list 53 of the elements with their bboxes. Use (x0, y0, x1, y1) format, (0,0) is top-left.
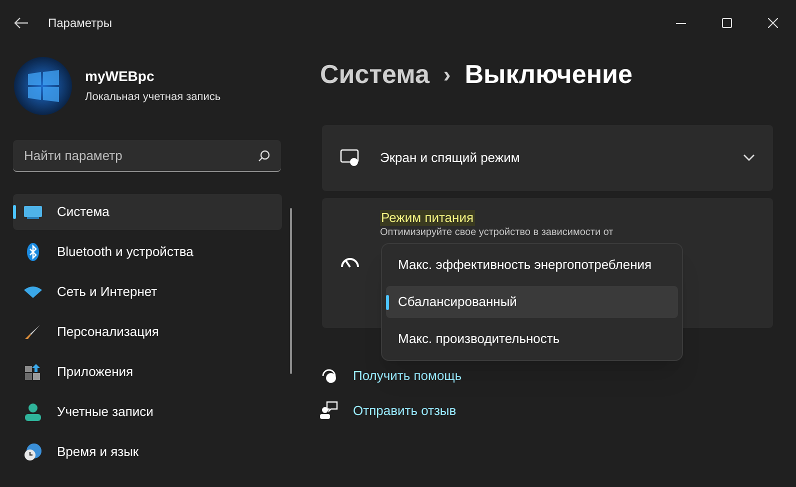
help-icon (320, 366, 338, 385)
feedback-icon (320, 401, 338, 420)
card-title: Режим питания (380, 210, 475, 226)
sidebar-item[interactable]: Bluetooth и устройства (13, 234, 282, 270)
close-icon (768, 18, 778, 28)
search-icon (258, 150, 270, 162)
sidebar-item[interactable]: Сеть и Интернет (13, 274, 282, 310)
link[interactable]: Отправить отзыв (353, 400, 456, 420)
menu-option[interactable]: Сбалансированный (386, 286, 678, 318)
account-type: Локальная учетная запись (85, 90, 221, 106)
account-name: myWEBpc (85, 67, 156, 86)
globe-clock-icon (24, 443, 42, 461)
back-arrow-icon[interactable] (14, 17, 28, 29)
sidebar-item-label: Система (57, 203, 110, 222)
apps-icon (25, 364, 41, 380)
menu-option-label: Макс. эффективность энергопотребления (398, 256, 652, 274)
bluetooth-icon (26, 243, 40, 261)
person-icon (25, 403, 41, 421)
minimize-icon (676, 22, 686, 24)
scrollbar[interactable] (290, 208, 292, 374)
card-title: Экран и спящий режим (380, 149, 520, 168)
menu-option-label: Макс. производительность (398, 330, 560, 348)
menu-option[interactable]: Макс. производительность (386, 323, 678, 355)
sidebar-item[interactable]: Приложения (13, 354, 282, 390)
breadcrumb-separator: › (443, 60, 451, 88)
search-field[interactable]: Найти параметр (13, 140, 281, 172)
sidebar-item[interactable]: Система (13, 194, 282, 230)
sidebar-item[interactable]: Персонализация (13, 314, 282, 350)
brush-icon (25, 324, 41, 340)
sidebar-item-label: Сеть и Интернет (57, 283, 158, 302)
window-title: Параметры (48, 15, 112, 32)
sidebar-item-label: Bluetooth и устройства (57, 243, 194, 262)
avatar-icon (14, 57, 72, 115)
sidebar-item[interactable]: Учетные записи (13, 394, 282, 430)
wifi-icon (24, 286, 42, 298)
settings-card[interactable]: Экран и спящий режим (322, 125, 773, 191)
sidebar-item-label: Приложения (57, 363, 134, 382)
menu-option-label: Сбалансированный (398, 293, 517, 312)
sidebar-item-label: Персонализация (57, 323, 159, 342)
selection-indicator (386, 295, 389, 310)
sidebar-item-label: Время и язык (57, 443, 139, 462)
maximize-icon (722, 18, 732, 28)
chevron-icon (743, 154, 755, 162)
page-title: Выключение (464, 58, 632, 90)
menu-option[interactable]: Макс. эффективность энергопотребления (386, 249, 678, 281)
sidebar-item-label: Учетные записи (57, 403, 154, 422)
card-description: Оптимизируйте свое устройство в зависимости от (380, 226, 614, 239)
link[interactable]: Получить помощь (353, 366, 462, 386)
monitor-sleep-icon (340, 149, 360, 167)
monitor-icon (24, 205, 42, 219)
selection-indicator (13, 205, 16, 219)
breadcrumb-parent[interactable]: Система (320, 54, 430, 94)
sidebar-item[interactable]: Время и язык (13, 434, 282, 470)
